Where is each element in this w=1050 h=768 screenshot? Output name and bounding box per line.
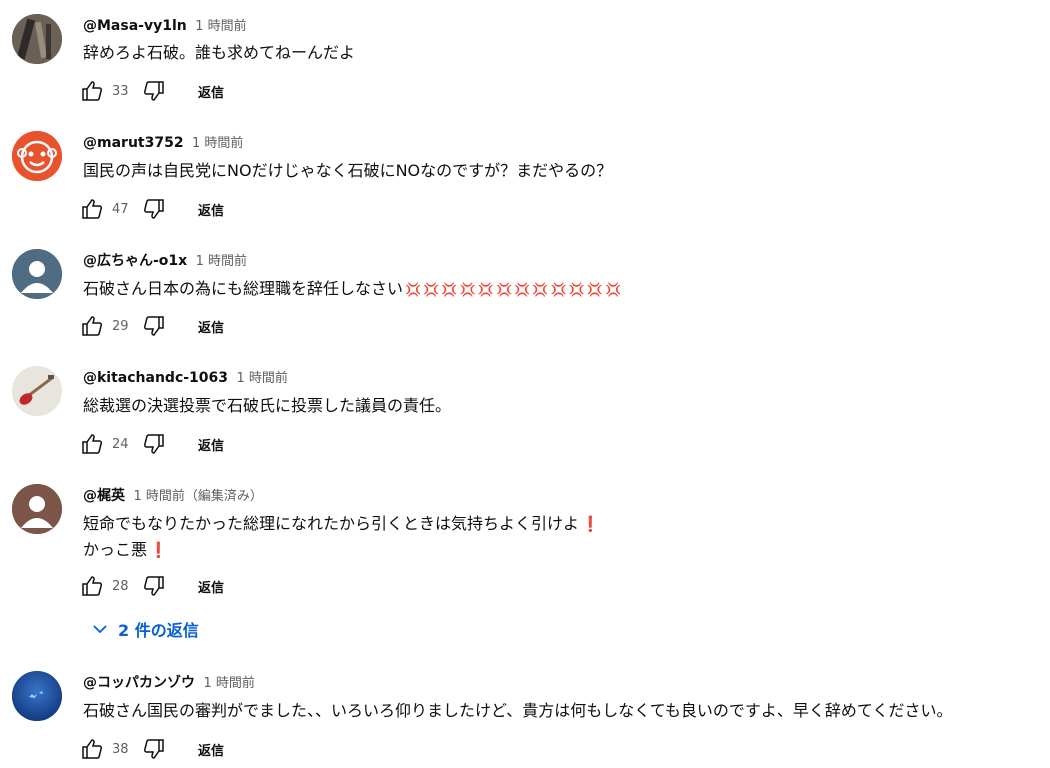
reply-button[interactable]: 返信 (198, 577, 224, 596)
comment-author[interactable]: @梶英 (83, 488, 125, 504)
view-replies-label: 2 件の返信 (118, 621, 199, 640)
comment-text-line: 辞めろよ石破。誰も求めてねーんだよ (83, 43, 356, 62)
avatar[interactable] (12, 366, 62, 416)
thumbs-down-icon[interactable] (142, 574, 166, 598)
avatar[interactable] (12, 671, 62, 721)
like-count: 29 (112, 318, 129, 334)
thumbs-up-icon[interactable] (80, 79, 104, 103)
comment-time[interactable]: 1 時間前 (195, 19, 246, 34)
comment-text-line: 総裁選の決選投票で石破氏に投票した議員の責任。 (83, 396, 452, 415)
comment-header: @kitachandc-1063 1 時間前 (83, 367, 288, 386)
avatar[interactable] (12, 484, 62, 534)
comment-text: 短命でもなりたかった総理になれたから引くときは気持ちよく引けよ ❗ かっこ悪 ❗ (83, 511, 600, 563)
chevron-down-icon (88, 617, 112, 641)
like-count: 33 (112, 83, 129, 99)
comment-text-line: 石破さん日本の為にも総理職を辞任しなさい (83, 279, 404, 298)
comment-actions: 29 返信 (80, 314, 224, 338)
thumbs-down-icon[interactable] (142, 432, 166, 456)
comment-text-line: かっこ悪 (83, 540, 148, 559)
comment-author[interactable]: @Masa-vy1ln (83, 18, 187, 34)
comment-time[interactable]: 1 時間前（編集済み） (133, 489, 262, 504)
thumbs-down-icon[interactable] (142, 197, 166, 221)
like-count: 28 (112, 578, 129, 594)
comment-text-line: 短命でもなりたかった総理になれたから引くときは気持ちよく引けよ (83, 514, 580, 533)
thumbs-up-icon[interactable] (80, 737, 104, 761)
thumbs-down-icon[interactable] (142, 79, 166, 103)
like-count: 24 (112, 436, 129, 452)
reply-button[interactable]: 返信 (198, 200, 224, 219)
comment-text-line: 国民の声は自民党にNOだけじゃなく石破にNOなのですが？まだやるの？ (83, 161, 613, 180)
view-replies-button[interactable]: 2 件の返信 (88, 617, 199, 641)
comment-author[interactable]: @marut3752 (83, 135, 184, 151)
avatar[interactable] (12, 14, 62, 64)
thumbs-up-icon[interactable] (80, 574, 104, 598)
comment-text: 石破さん国民の審判がでました、、いろいろ仰りましたけど、貴方は何もしなくても良い… (83, 698, 952, 724)
comment-actions: 33 返信 (80, 79, 224, 103)
reply-button[interactable]: 返信 (198, 317, 224, 336)
comment-author[interactable]: @kitachandc-1063 (83, 370, 228, 386)
comment-actions: 38 返信 (80, 737, 224, 761)
comment-header: @Masa-vy1ln 1 時間前 (83, 15, 247, 34)
thumbs-up-icon[interactable] (80, 432, 104, 456)
comment-time[interactable]: 1 時間前 (192, 136, 243, 151)
like-count: 47 (112, 201, 129, 217)
comment-time[interactable]: 1 時間前 (203, 676, 254, 691)
comment-time[interactable]: 1 時間前 (196, 254, 247, 269)
reply-button[interactable]: 返信 (198, 740, 224, 759)
exclamation-emoji: ❗ (149, 541, 168, 559)
comment-header: @梶英 1 時間前（編集済み） (83, 485, 263, 505)
comment-text-line: 石破さん国民の審判がでました、、いろいろ仰りましたけど、貴方は何もしなくても良い… (83, 701, 953, 720)
comment-time[interactable]: 1 時間前 (236, 371, 287, 386)
comment-actions: 24 返信 (80, 432, 224, 456)
like-count: 38 (112, 741, 129, 757)
thumbs-up-icon[interactable] (80, 197, 104, 221)
thumbs-down-icon[interactable] (142, 314, 166, 338)
comment-actions: 28 返信 (80, 574, 224, 598)
comment-text: 国民の声は自民党にNOだけじゃなく石破にNOなのですが？まだやるの？ (83, 158, 612, 184)
reply-button[interactable]: 返信 (198, 82, 224, 101)
comment-author[interactable]: @コッパカンゾウ (83, 675, 195, 691)
comment-actions: 47 返信 (80, 197, 224, 221)
reply-button[interactable]: 返信 (198, 435, 224, 454)
exclamation-emoji: ❗ (581, 515, 600, 533)
avatar[interactable] (12, 249, 62, 299)
comment-header: @marut3752 1 時間前 (83, 132, 243, 151)
comment-text: 総裁選の決選投票で石破氏に投票した議員の責任。 (83, 393, 451, 419)
avatar[interactable] (12, 131, 62, 181)
comment-text: 辞めろよ石破。誰も求めてねーんだよ (83, 40, 355, 66)
thumbs-down-icon[interactable] (142, 737, 166, 761)
thumbs-up-icon[interactable] (80, 314, 104, 338)
comment-author[interactable]: @広ちゃん-o1x (83, 253, 187, 269)
comment-header: @広ちゃん-o1x 1 時間前 (83, 250, 247, 270)
comment-text: 石破さん日本の為にも総理職を辞任しなさい 💢💢💢💢💢💢💢💢💢💢💢💢 (83, 276, 623, 304)
anger-emoji: 💢💢💢💢💢💢💢💢💢💢💢💢 (405, 283, 624, 298)
comment-header: @コッパカンゾウ 1 時間前 (83, 672, 255, 692)
